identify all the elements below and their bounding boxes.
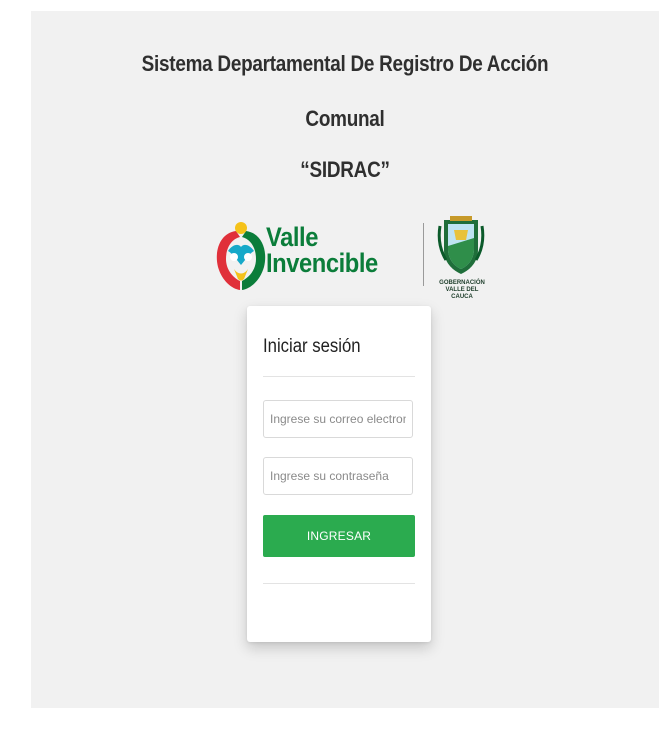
valle-logo-text-line1: Valle — [266, 222, 318, 252]
email-input[interactable] — [263, 400, 413, 438]
page-background: Sistema Departamental De Registro De Acc… — [31, 11, 659, 708]
gobernacion-text-line1: GOBERNACIÓN — [439, 280, 485, 286]
valle-logo-text-line2: Invencible — [266, 248, 378, 278]
coat-of-arms-icon — [437, 216, 485, 274]
valle-invencible-logo: Valle Invencible — [214, 209, 384, 299]
page-title-line-1: Sistema Departamental De Registro De Acc… — [141, 51, 549, 76]
password-input[interactable] — [263, 457, 413, 495]
page-title-acronym: “SIDRAC” — [300, 157, 390, 182]
divider-top — [263, 376, 415, 377]
logo-divider — [423, 223, 424, 286]
page-title-line-2: Comunal — [305, 106, 385, 131]
gobernacion-logo: GOBERNACIÓN VALLE DEL CAUCA — [436, 216, 486, 300]
login-submit-button[interactable]: INGRESAR — [263, 515, 415, 557]
valle-invencible-emblem-icon — [216, 222, 266, 290]
login-title: Iniciar sesión — [263, 336, 361, 357]
gobernacion-text-line2: VALLE DEL CAUCA — [445, 287, 479, 300]
login-card: Iniciar sesión INGRESAR — [247, 306, 431, 642]
logos-banner: Valle Invencible GOBERNACIÓN VALLE DEL C… — [214, 209, 485, 300]
divider-bottom — [263, 583, 415, 584]
